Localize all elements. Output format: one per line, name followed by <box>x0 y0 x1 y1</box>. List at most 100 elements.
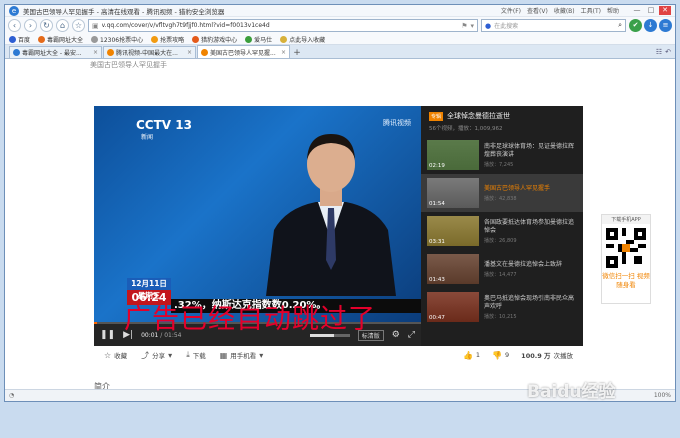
news-anchor-image <box>266 134 396 296</box>
menu-favorites[interactable]: 收藏(B) <box>554 6 575 15</box>
video-thumbnail[interactable]: 00:47 <box>427 292 479 322</box>
close-tab-icon[interactable]: × <box>93 49 98 56</box>
tab-bar-tools: ☷ ↶ <box>656 46 671 58</box>
playlist-item-title[interactable]: 南非足球球体育场：见证曼德拉辉煌葬丧演讲 <box>484 143 577 159</box>
search-placeholder[interactable]: 在此搜索 <box>494 21 615 30</box>
playlist-item-title[interactable]: 美国古巴领导人罕见握手 <box>484 185 577 193</box>
bookmark-star-icon: ☆ <box>104 350 112 360</box>
download-icon[interactable]: ↓ <box>644 19 657 32</box>
favorite-item[interactable]: 抢票攻略 <box>151 35 184 44</box>
tab-favicon <box>13 49 20 56</box>
playlist-item-active[interactable]: 01:54 美国古巴领导人罕见握手 播放：42,838 <box>421 174 583 212</box>
tencent-video-logo: 腾讯视频 <box>383 119 411 127</box>
dislike-button[interactable]: 👎 9 <box>492 351 509 360</box>
playlist-item-title[interactable]: 各国政要抵达体育场参加曼德拉追悼会 <box>484 219 577 235</box>
close-tab-icon[interactable]: × <box>281 49 286 56</box>
dropdown-icon[interactable]: ▾ <box>470 22 474 30</box>
undo-icon[interactable]: ↶ <box>665 48 671 56</box>
playlist-item[interactable]: 02:19 南非足球球体育场：见证曼德拉辉煌葬丧演讲播放：7,245 <box>421 136 583 174</box>
browser-window: e 美国古巴领导人罕见握手 - 高清在线观看 - 腾讯视频 - 猎豹安全浏览器 … <box>4 4 676 402</box>
favorite-button[interactable]: ☆ 收藏 <box>104 350 127 361</box>
thumbs-down-icon: 👎 <box>492 350 503 360</box>
zoom-level[interactable]: 100% <box>654 392 671 399</box>
playlist-item[interactable]: 01:43 潘基文在曼德拉追悼会上致辞 播放：14,477 <box>421 250 583 288</box>
video-thumbnail[interactable]: 02:19 <box>427 140 479 170</box>
close-tab-icon[interactable]: × <box>187 49 192 56</box>
favorite-icon <box>151 35 159 43</box>
back-icon[interactable]: ‹ <box>8 19 21 32</box>
share-icon: ⤴ <box>141 350 150 360</box>
status-icon: ◔ <box>9 392 15 399</box>
search-icon[interactable]: ⌕ <box>618 21 622 30</box>
menu-view[interactable]: 查看(V) <box>527 6 548 15</box>
window-controls: — □ ✕ <box>631 6 671 15</box>
menu-icon[interactable]: ≡ <box>659 19 672 32</box>
address-bar[interactable]: ▣ v.qq.com/cover/v/vfltvgh7t9fjjf0.html?… <box>88 19 478 32</box>
qr-code-icon <box>606 228 646 268</box>
playlist-tag: 专辑 <box>429 111 444 121</box>
menu-tools[interactable]: 工具(T) <box>581 6 601 15</box>
menu-file[interactable]: 文件(F) <box>501 6 521 15</box>
star-icon[interactable]: ☆ <box>72 19 85 32</box>
like-button[interactable]: 👍 1 <box>463 351 480 360</box>
search-box[interactable]: ● 在此搜索 ⌕ <box>481 19 626 32</box>
playlist-meta: 56个视频，播放：1,009,962 <box>429 126 503 132</box>
address-url[interactable]: v.qq.com/cover/v/vfltvgh7t9fjjf0.html?vi… <box>102 22 459 29</box>
download-button[interactable]: ⤓ 下载 <box>186 350 206 360</box>
page-icon: ▣ <box>92 21 99 30</box>
menu-help[interactable]: 帮助 <box>607 6 619 15</box>
view-count: 100.9 万次播放 <box>521 352 573 360</box>
tab-favicon <box>201 48 208 56</box>
favorite-icon <box>91 35 99 43</box>
settings-gear-icon[interactable]: ⚙ <box>392 330 400 340</box>
video-frame[interactable]: CCTV 13 新闻 腾讯视频 12月11日 星期三 06:24 .32%，纳斯… <box>94 106 421 324</box>
video-thumbnail[interactable]: 01:54 <box>427 178 479 208</box>
maximize-button[interactable]: □ <box>645 6 657 15</box>
favorite-item[interactable]: 12306抢票中心 <box>91 35 143 44</box>
favorite-item[interactable]: 爱马仕 <box>245 35 272 44</box>
playlist-item[interactable]: 00:47 奥巴马抵追悼会现场引南非民众高声欢呼播放：10,215 <box>421 288 583 326</box>
favorite-item[interactable]: 猎豹游戏中心 <box>192 35 237 44</box>
app-qr-panel: 下载手机APP 微信扫一扫 视频随身看 <box>601 214 651 304</box>
qr-header: 下载手机APP <box>602 215 650 224</box>
video-thumbnail[interactable]: 03:31 <box>427 216 479 246</box>
playlist-item-plays: 播放：26,809 <box>484 237 517 244</box>
refresh-icon[interactable]: ↻ <box>40 19 53 32</box>
close-button[interactable]: ✕ <box>659 6 671 15</box>
pause-icon[interactable]: ❚❚ <box>100 330 115 340</box>
playlist-panel: 专辑 全球悼念曼德拉逝世 56个视频，播放：1,009,962 02:19 南非足… <box>421 106 583 346</box>
tab-current-video[interactable]: 美国古巴领导人罕见握... × <box>197 45 290 58</box>
playlist-item[interactable]: 03:31 各国政要抵达体育场参加曼德拉追悼会播放：26,809 <box>421 212 583 250</box>
baidu-search-icon: ● <box>485 21 492 30</box>
minimize-button[interactable]: — <box>631 6 643 15</box>
playlist-item-title[interactable]: 潘基文在曼德拉追悼会上致辞 <box>484 261 577 269</box>
toolbar-icons: ✔ ↓ ≡ <box>629 19 672 32</box>
playlist-item-plays: 播放：42,838 <box>484 195 517 202</box>
forward-icon[interactable]: › <box>24 19 37 32</box>
playlist-item-plays: 播放：10,215 <box>484 313 517 320</box>
new-tab-button[interactable]: + <box>291 48 303 58</box>
web-page: 美国古巴领导人罕见握手 CCTV 13 新闻 腾讯视频 12月11日 星期三 <box>5 59 675 391</box>
favorite-item[interactable]: 百度 <box>9 35 30 44</box>
fullscreen-icon[interactable]: ⤢ <box>408 330 415 340</box>
home-icon[interactable]: ⌂ <box>56 19 69 32</box>
favorite-item[interactable]: 点此导入收藏 <box>280 35 325 44</box>
navigation-bar: ‹ › ↻ ⌂ ☆ ▣ v.qq.com/cover/v/vfltvgh7t9f… <box>5 17 675 34</box>
favorite-icon <box>245 35 253 43</box>
video-thumbnail[interactable]: 01:43 <box>427 254 479 284</box>
playlist-item-plays: 播放：14,477 <box>484 271 517 278</box>
qr-icon: ▦ <box>219 350 228 360</box>
tab-haoduba[interactable]: 毒霸网址大全 - 最安... × <box>9 46 102 58</box>
mobile-view-button[interactable]: ▦ 用手机看 ▾ <box>219 350 264 361</box>
tab-tencent-video[interactable]: 腾讯视频-中国最大在... × <box>103 46 196 58</box>
page-title: 美国古巴领导人罕见握手 <box>90 61 167 69</box>
grid-icon[interactable]: ☷ <box>656 48 662 56</box>
shield-icon[interactable]: ✔ <box>629 19 642 32</box>
favorite-item[interactable]: 毒霸网址大全 <box>38 35 83 44</box>
favorite-icon <box>9 35 16 43</box>
playlist-item-title[interactable]: 奥巴马抵追悼会现场引南非民众高声欢呼 <box>484 295 577 311</box>
playlist-item-plays: 播放：7,245 <box>484 161 514 168</box>
share-button[interactable]: ⤴ 分享 ▾ <box>141 350 172 361</box>
security-icon[interactable]: ⚑ <box>461 22 467 30</box>
download-arrow-icon: ⤓ <box>186 350 190 359</box>
